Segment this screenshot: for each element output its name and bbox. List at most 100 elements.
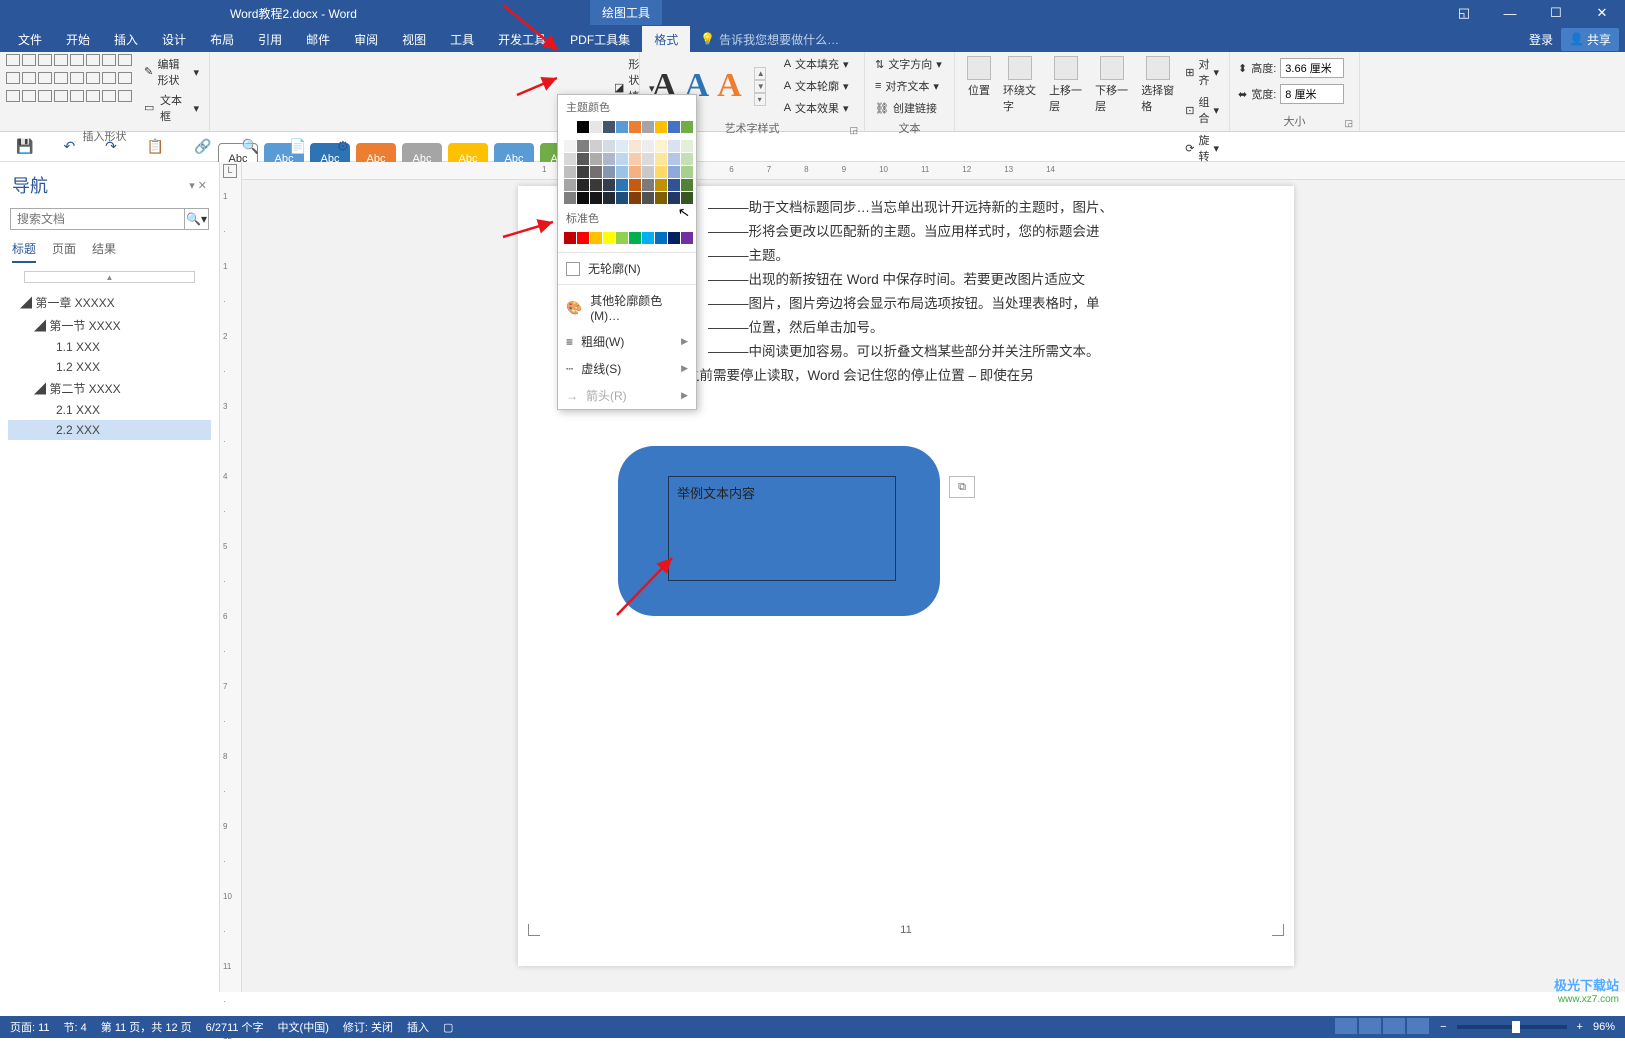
color-swatch[interactable]: [590, 140, 602, 152]
width-input[interactable]: [1280, 84, 1344, 104]
color-swatch[interactable]: [577, 153, 589, 165]
color-swatch[interactable]: [668, 121, 680, 133]
color-swatch[interactable]: [655, 140, 667, 152]
tab-layout[interactable]: 布局: [198, 26, 246, 53]
status-words[interactable]: 6/2711 个字: [206, 1019, 264, 1035]
color-swatch[interactable]: [616, 140, 628, 152]
tab-pdf[interactable]: PDF工具集: [558, 26, 642, 53]
color-swatch[interactable]: [668, 192, 680, 204]
gallery-more[interactable]: ▾: [754, 93, 766, 106]
tab-home[interactable]: 开始: [54, 26, 102, 53]
color-swatch[interactable]: [564, 166, 576, 178]
color-swatch[interactable]: [655, 232, 667, 244]
nav-tab-headings[interactable]: 标题: [12, 240, 36, 263]
color-swatch[interactable]: [616, 121, 628, 133]
color-swatch[interactable]: [564, 179, 576, 191]
nav-tree-item[interactable]: 1.2 XXX: [8, 357, 211, 377]
gallery-up[interactable]: ▲: [754, 67, 766, 80]
color-swatch[interactable]: [616, 232, 628, 244]
tab-file[interactable]: 文件: [6, 26, 54, 53]
qat-icon[interactable]: 🔍: [242, 138, 259, 155]
nav-tree-item[interactable]: ◢ 第二节 XXXX: [8, 377, 211, 400]
text-fill-button[interactable]: A文本填充 ▾: [780, 54, 853, 74]
color-swatch[interactable]: [629, 153, 641, 165]
edit-shape-button[interactable]: ✎编辑形状 ▾: [140, 54, 203, 90]
tab-insert[interactable]: 插入: [102, 26, 150, 53]
view-buttons[interactable]: [1334, 1018, 1430, 1037]
color-swatch[interactable]: [616, 166, 628, 178]
text-direction-button[interactable]: ⇅文字方向 ▾: [871, 54, 948, 74]
maximize-button[interactable]: ☐: [1533, 0, 1579, 26]
color-swatch[interactable]: [577, 140, 589, 152]
tab-design[interactable]: 设计: [150, 26, 198, 53]
color-swatch[interactable]: [642, 121, 654, 133]
status-mode[interactable]: 插入: [407, 1019, 429, 1035]
dialog-launcher[interactable]: ◲: [849, 125, 858, 136]
color-swatch[interactable]: [668, 232, 680, 244]
nav-tree-item[interactable]: 1.1 XXX: [8, 337, 211, 357]
ribbon-display-button[interactable]: ◱: [1441, 0, 1487, 26]
color-swatch[interactable]: [590, 153, 602, 165]
tab-view[interactable]: 视图: [390, 26, 438, 53]
zoom-out[interactable]: −: [1440, 1021, 1446, 1033]
color-swatch[interactable]: [629, 140, 641, 152]
nav-collapse-handle[interactable]: ▲: [24, 271, 195, 283]
tab-format[interactable]: 格式: [642, 26, 690, 53]
color-swatch[interactable]: [655, 166, 667, 178]
shapes-gallery[interactable]: [6, 54, 132, 126]
color-swatch[interactable]: [629, 121, 641, 133]
qat-icon[interactable]: 📄: [289, 138, 306, 155]
tab-selector[interactable]: L: [223, 164, 237, 178]
color-swatch[interactable]: [616, 153, 628, 165]
color-swatch[interactable]: [616, 192, 628, 204]
color-swatch[interactable]: [564, 232, 576, 244]
nav-tab-results[interactable]: 结果: [92, 240, 116, 263]
search-button[interactable]: 🔍▾: [184, 209, 208, 229]
login-link[interactable]: 登录: [1529, 31, 1553, 48]
color-swatch[interactable]: [642, 192, 654, 204]
color-swatch[interactable]: [616, 179, 628, 191]
color-swatch[interactable]: [590, 179, 602, 191]
nav-close[interactable]: ✕: [198, 180, 207, 192]
bring-forward-button[interactable]: 上移一层: [1043, 54, 1089, 166]
color-swatch[interactable]: [603, 140, 615, 152]
color-swatch[interactable]: [642, 232, 654, 244]
tab-review[interactable]: 审阅: [342, 26, 390, 53]
nav-dropdown[interactable]: ▾: [189, 180, 195, 192]
color-swatch[interactable]: [642, 140, 654, 152]
text-box-shape[interactable]: 举例文本内容: [668, 476, 896, 581]
color-swatch[interactable]: [668, 140, 680, 152]
share-button[interactable]: 👤 共享: [1561, 28, 1619, 51]
color-swatch[interactable]: [577, 232, 589, 244]
nav-tree-item[interactable]: ◢ 第一章 XXXXX: [8, 291, 211, 314]
status-lang[interactable]: 中文(中国): [278, 1019, 329, 1035]
color-swatch[interactable]: [629, 232, 641, 244]
color-swatch[interactable]: [642, 166, 654, 178]
height-input[interactable]: [1280, 58, 1344, 78]
color-swatch[interactable]: [655, 153, 667, 165]
color-swatch[interactable]: [629, 179, 641, 191]
tab-tools[interactable]: 工具: [438, 26, 486, 53]
nav-tree-item[interactable]: 2.1 XXX: [8, 400, 211, 420]
textbox-content[interactable]: 举例文本内容: [677, 486, 755, 501]
status-track[interactable]: 修订: 关闭: [343, 1019, 393, 1035]
color-swatch[interactable]: [655, 121, 667, 133]
color-swatch[interactable]: [590, 232, 602, 244]
color-swatch[interactable]: [655, 192, 667, 204]
color-swatch[interactable]: [668, 166, 680, 178]
color-swatch[interactable]: [603, 153, 615, 165]
color-swatch[interactable]: [590, 121, 602, 133]
status-pages[interactable]: 第 11 页，共 12 页: [101, 1019, 192, 1035]
nav-tab-pages[interactable]: 页面: [52, 240, 76, 263]
color-swatch[interactable]: [577, 121, 589, 133]
color-swatch[interactable]: [590, 192, 602, 204]
no-outline-item[interactable]: 无轮廓(N): [558, 255, 696, 282]
color-swatch[interactable]: [577, 166, 589, 178]
status-macro-icon[interactable]: ▢: [443, 1021, 453, 1034]
text-effects-button[interactable]: A文本效果 ▾: [780, 98, 853, 118]
rotate-button[interactable]: ⟳旋转 ▾: [1181, 130, 1223, 166]
zoom-slider[interactable]: [1457, 1025, 1567, 1029]
gallery-down[interactable]: ▼: [754, 80, 766, 93]
qat-icon[interactable]: ⚙: [337, 138, 350, 155]
color-swatch[interactable]: [681, 121, 693, 133]
